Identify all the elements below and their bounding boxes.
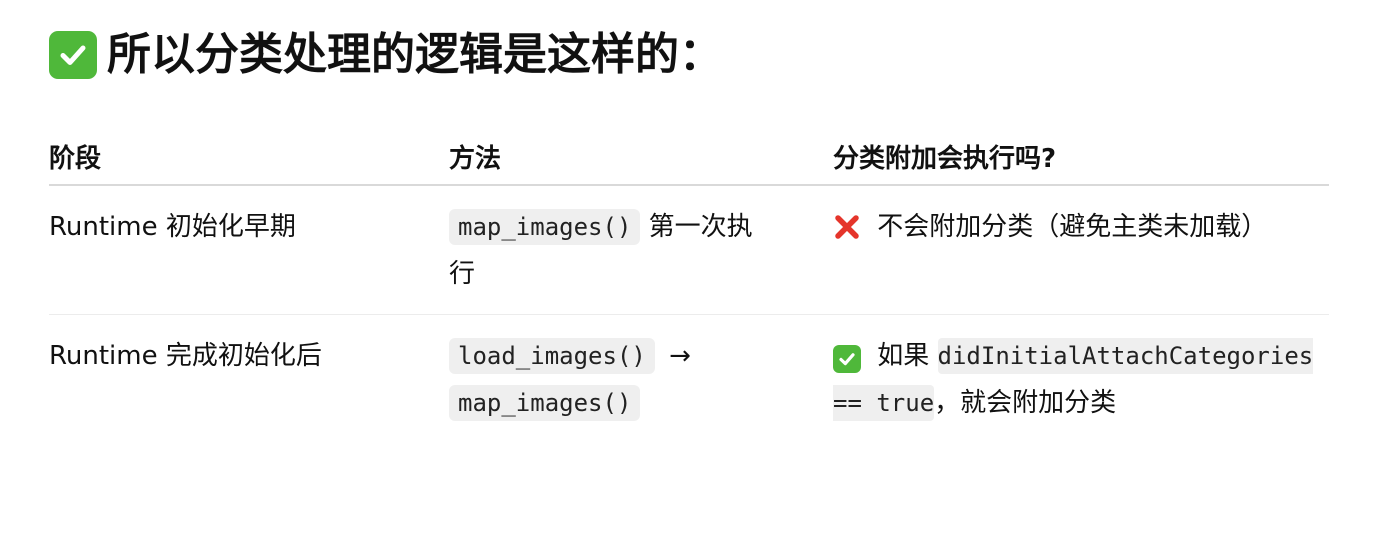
heading-text: 所以分类处理的逻辑是这样的： [107,29,723,80]
table-row: Runtime 完成初始化后 load_images() → map_image… [49,315,1329,444]
table-header-row: 阶段 方法 分类附加会执行吗? [49,128,1329,186]
result-prefix: 如果 [869,341,938,371]
arrow-text: → [660,341,691,371]
check-mark-button-icon [833,345,861,373]
method-code-load-images: load_images() [449,338,655,374]
stage-text: Runtime 完成初始化后 [49,341,322,371]
method-cell: map_images() 第一次执行 [449,185,833,315]
result-cell: 不会附加分类（避免主类未加载） [833,185,1329,315]
summary-table: 阶段 方法 分类附加会执行吗? Runtime 初始化早期 map_images… [49,128,1329,443]
stage-cell: Runtime 初始化早期 [49,185,449,315]
result-suffix: ，就会附加分类 [934,388,1117,418]
method-code-map-images: map_images() [449,385,641,421]
header-stage: 阶段 [49,128,449,186]
header-result: 分类附加会执行吗? [833,128,1329,186]
result-cell: 如果 didInitialAttachCategories == true，就会… [833,315,1329,444]
cross-mark-icon [833,213,861,241]
check-mark-button-icon [49,31,97,79]
method-cell: load_images() → map_images() [449,315,833,444]
page-heading: 所以分类处理的逻辑是这样的： [49,26,723,84]
result-text: 不会附加分类（避免主类未加载） [869,212,1268,242]
header-method: 方法 [449,128,833,186]
table-row: Runtime 初始化早期 map_images() 第一次执行 不会附加分类（… [49,185,1329,315]
stage-text: Runtime 初始化早期 [49,212,296,242]
stage-cell: Runtime 完成初始化后 [49,315,449,444]
method-code: map_images() [449,209,641,245]
